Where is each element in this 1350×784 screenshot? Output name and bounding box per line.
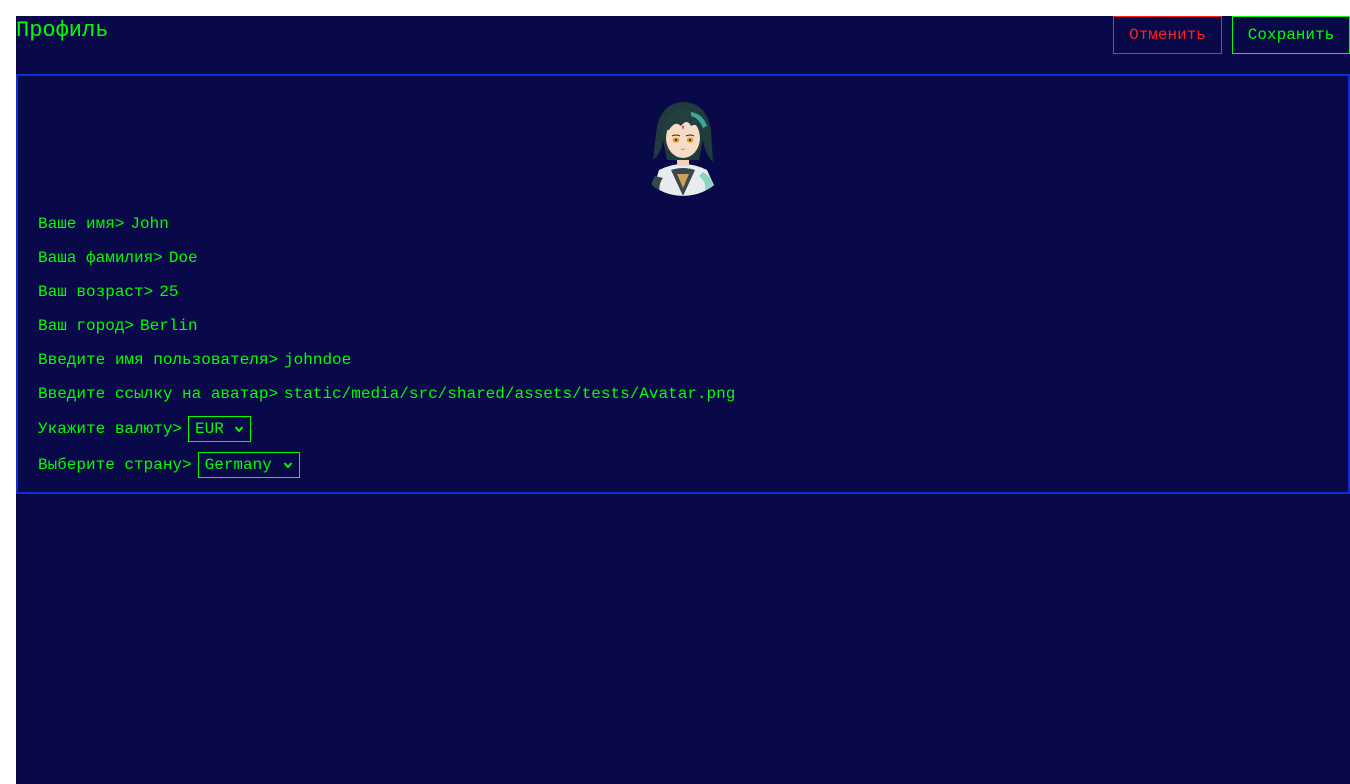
currency-row: Укажите валюту> EUR bbox=[38, 416, 1328, 442]
currency-label: Укажите валюту> bbox=[38, 420, 183, 438]
chevron-down-icon bbox=[234, 426, 244, 433]
chevron-down-icon bbox=[283, 462, 292, 469]
profile-page: Профиль Отменить Сохранить Ваше имя> Joh… bbox=[16, 16, 1350, 784]
username-input[interactable] bbox=[284, 351, 1185, 369]
last-name-row: Ваша фамилия> bbox=[38, 246, 1328, 270]
avatar-container bbox=[38, 96, 1328, 196]
city-row: Ваш город> bbox=[38, 314, 1328, 338]
avatar-url-row: Введите ссылку на аватар> bbox=[38, 382, 1328, 406]
city-input[interactable] bbox=[140, 317, 1041, 335]
first-name-label: Ваше имя> bbox=[38, 215, 125, 233]
avatar bbox=[633, 96, 733, 196]
username-row: Введите имя пользователя> bbox=[38, 348, 1328, 372]
age-input[interactable] bbox=[159, 283, 1060, 301]
currency-select[interactable]: EUR bbox=[188, 416, 252, 442]
city-label: Ваш город> bbox=[38, 317, 135, 335]
first-name-row: Ваше имя> bbox=[38, 212, 1328, 236]
cancel-button[interactable]: Отменить bbox=[1113, 16, 1222, 54]
character-avatar-image bbox=[633, 96, 733, 196]
avatar-url-input[interactable] bbox=[284, 385, 1185, 403]
age-row: Ваш возраст> bbox=[38, 280, 1328, 304]
age-label: Ваш возраст> bbox=[38, 283, 154, 301]
username-label: Введите имя пользователя> bbox=[38, 351, 279, 369]
page-header: Профиль Отменить Сохранить bbox=[16, 16, 1350, 74]
avatar-url-label: Введите ссылку на аватар> bbox=[38, 385, 279, 403]
last-name-input[interactable] bbox=[168, 249, 1069, 267]
currency-select-value: EUR bbox=[195, 420, 224, 438]
save-button[interactable]: Сохранить bbox=[1232, 16, 1350, 54]
page-title: Профиль bbox=[16, 18, 109, 43]
country-select[interactable]: Germany bbox=[197, 452, 300, 478]
first-name-input[interactable] bbox=[130, 215, 1031, 233]
country-row: Выберите страну> Germany bbox=[38, 452, 1328, 478]
country-label: Выберите страну> bbox=[38, 456, 192, 474]
country-select-value: Germany bbox=[204, 456, 272, 474]
last-name-label: Ваша фамилия> bbox=[38, 249, 163, 267]
profile-card: Ваше имя> Ваша фамилия> Ваш возраст> Ваш… bbox=[16, 74, 1350, 494]
